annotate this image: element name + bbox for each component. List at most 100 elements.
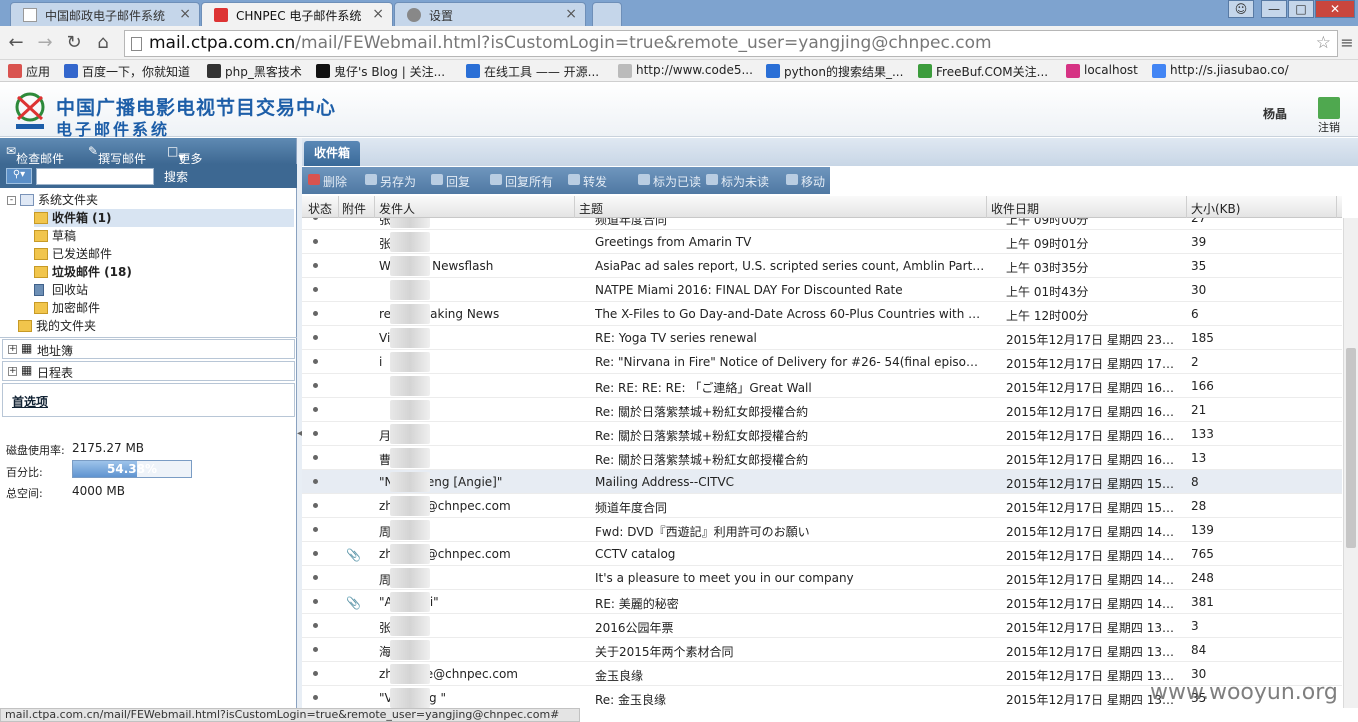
table-row[interactable]: reen Breaking News The X-Files to Go Day-…: [302, 302, 1342, 326]
scrollbar-thumb[interactable]: [1346, 348, 1356, 548]
table-row[interactable]: 张 2016公园年票 2015年12月17日 星期四 13时... 3: [302, 614, 1342, 638]
reload-icon[interactable]: ↻: [63, 32, 85, 54]
table-row[interactable]: i Re: "Nirvana in Fire" Notice of Deliver…: [302, 350, 1342, 374]
column-header-attachment[interactable]: 附件: [342, 200, 366, 217]
favicon-icon: [214, 8, 228, 22]
redaction-blur: [390, 400, 430, 420]
bookmark-item[interactable]: 鬼仔's Blog | 关注...: [316, 63, 445, 80]
expand-icon[interactable]: +: [8, 367, 17, 376]
calendar-panel[interactable]: + ▦ 日程表: [2, 361, 295, 381]
table-row[interactable]: 月 Re: 關於日落紫禁城+粉紅女郎授權合約 2015年12月17日 星期四 16时…: [302, 422, 1342, 446]
browser-tab-settings[interactable]: 设置 ×: [394, 2, 586, 26]
bookmark-item[interactable]: 百度一下，你就知道: [64, 63, 190, 80]
compose-button[interactable]: ✎ 撰写邮件: [88, 144, 146, 166]
folder-system[interactable]: 系统文件夹: [20, 191, 98, 209]
table-row[interactable]: 张频道年度合同 上午 09时00分 27: [302, 218, 1342, 230]
bookmark-item[interactable]: python的搜索结果_...: [766, 63, 903, 80]
tab-inbox[interactable]: 收件箱: [304, 141, 360, 166]
search-scope-icon[interactable]: ⚲▾: [6, 168, 32, 184]
close-icon[interactable]: ×: [565, 6, 577, 22]
more-button[interactable]: □ 更多 ▾: [167, 144, 202, 166]
reply-button[interactable]: 回复: [431, 173, 470, 190]
action-label: 回复: [446, 175, 471, 189]
address-book-panel[interactable]: + ▦ 地址簿: [2, 339, 295, 359]
search-button[interactable]: 搜索: [164, 168, 188, 185]
table-row[interactable]: 周 Fwd: DVD『西遊記』利用許可のお願い 2015年12月17日 星期四 14…: [302, 518, 1342, 542]
table-row[interactable]: Re: RE: RE: RE: 「ご連絡」Great Wall 2015年12月1…: [302, 374, 1342, 398]
column-divider[interactable]: [1186, 196, 1187, 218]
table-row[interactable]: NATPE Miami 2016: FINAL DAY For Discount…: [302, 278, 1342, 302]
bookmark-item[interactable]: FreeBuf.COM关注...: [918, 63, 1048, 80]
move-button[interactable]: 移动: [786, 173, 825, 190]
table-row[interactable]: 周 It's a pleasure to meet you in our comp…: [302, 566, 1342, 590]
redaction-blur: [390, 280, 430, 300]
browser-tab-postal-mail[interactable]: 中国邮政电子邮件系统 ×: [10, 2, 200, 26]
column-divider[interactable]: [986, 196, 987, 218]
bookmark-item[interactable]: http://www.code5...: [618, 63, 753, 78]
folder-drafts[interactable]: 草稿: [34, 227, 76, 245]
maximize-button[interactable]: □: [1288, 0, 1314, 18]
reply-all-button[interactable]: 回复所有: [490, 173, 553, 190]
mark-read-button[interactable]: 标为已读: [638, 173, 701, 190]
table-row[interactable]: W creen Newsflash AsiaPac ad sales report…: [302, 254, 1342, 278]
column-divider[interactable]: [1336, 196, 1337, 218]
folder-my-folders[interactable]: 我的文件夹: [18, 317, 96, 335]
new-tab-button[interactable]: [592, 2, 622, 26]
table-row[interactable]: 张 Greetings from Amarin TV 上午 09时01分 39: [302, 230, 1342, 254]
table-row[interactable]: "N w Cheng [Angie]" Mailing Address--CITV…: [302, 470, 1342, 494]
logout-button[interactable]: 注销: [1312, 97, 1346, 137]
table-row[interactable]: 📎 zh oxue@chnpec.com CCTV catalog 2015年12月1…: [302, 542, 1342, 566]
browser-tab-chnpec-mail[interactable]: CHNPEC 电子邮件系统 ×: [201, 2, 393, 26]
size-cell: 381: [1191, 595, 1214, 609]
column-divider[interactable]: [374, 196, 375, 218]
close-icon[interactable]: ×: [372, 6, 384, 22]
table-row[interactable]: 📎"A ang Yi"RE: 美麗的秘密2015年12月17日 星期四 14时.…: [302, 590, 1342, 614]
folder-trash[interactable]: 回收站: [34, 281, 88, 299]
vertical-scrollbar[interactable]: [1343, 218, 1358, 708]
bookmark-item[interactable]: 在线工具 —— 开源...: [466, 63, 599, 80]
window-close-button[interactable]: ✕: [1315, 0, 1355, 18]
check-mail-button[interactable]: ✉ 检查邮件: [6, 144, 64, 166]
table-row[interactable]: Re: 關於日落紫禁城+粉紅女郎授權合約 2015年12月17日 星期四 16时.…: [302, 398, 1342, 422]
folder-sent[interactable]: 已发送邮件: [34, 245, 112, 263]
delete-button[interactable]: 删除: [308, 173, 347, 190]
table-row[interactable]: 海关于2015年两个素材合同 2015年12月17日 星期四 13时... 84: [302, 638, 1342, 662]
column-header-date[interactable]: 收件日期: [991, 200, 1039, 217]
subject-cell: Re: 關於日落紫禁城+粉紅女郎授權合約: [595, 453, 809, 467]
column-divider[interactable]: [574, 196, 575, 218]
star-icon[interactable]: ☆: [1316, 31, 1331, 56]
preferences-link[interactable]: 首选项: [12, 393, 48, 410]
user-icon[interactable]: ☺: [1228, 0, 1254, 18]
bookmark-item[interactable]: 应用: [8, 63, 50, 80]
expand-icon[interactable]: +: [8, 345, 17, 354]
mark-unread-button[interactable]: 标为未读: [706, 173, 769, 190]
folder-inbox[interactable]: 收件箱 (1): [34, 209, 294, 227]
forward-button[interactable]: 转发: [568, 173, 607, 190]
bookmark-item[interactable]: http://s.jiasubao.co/: [1152, 63, 1289, 78]
column-header-status[interactable]: 状态: [308, 200, 332, 217]
column-divider[interactable]: [338, 196, 339, 218]
bookmark-item[interactable]: localhost: [1066, 63, 1138, 78]
collapse-icon[interactable]: -: [7, 196, 16, 205]
table-row[interactable]: 曹 Re: 關於日落紫禁城+粉紅女郎授權合約 2015年12月17日 星期四 16时…: [302, 446, 1342, 470]
search-input[interactable]: [36, 168, 154, 185]
menu-icon[interactable]: ≡: [1336, 32, 1358, 54]
back-icon[interactable]: ←: [5, 32, 27, 54]
save-as-button[interactable]: 另存为: [365, 173, 416, 190]
forward-icon[interactable]: →: [34, 32, 56, 54]
date-cell: 2015年12月17日 星期四 17时...: [1006, 357, 1184, 371]
folder-encrypted[interactable]: 加密邮件: [34, 299, 100, 317]
home-icon[interactable]: ⌂: [92, 32, 114, 54]
column-header-subject[interactable]: 主题: [579, 200, 603, 217]
close-icon[interactable]: ×: [179, 6, 191, 22]
bookmark-item[interactable]: php_黑客技术: [207, 63, 302, 80]
table-row[interactable]: zh oxue@chnpec.com 频道年度合同 2015年12月17日 星期四 …: [302, 494, 1342, 518]
minimize-button[interactable]: —: [1261, 0, 1287, 18]
column-header-sender[interactable]: 发件人: [379, 200, 415, 217]
bookmark-icon: [466, 64, 480, 78]
column-header-size[interactable]: 大小(KB): [1191, 200, 1240, 217]
address-bar[interactable]: mail.ctpa.com.cn/mail/FEWebmail.html?isC…: [124, 30, 1338, 57]
table-row[interactable]: VillaRE: Yoga TV series renewal2015年12月1…: [302, 326, 1342, 350]
folder-junk[interactable]: 垃圾邮件 (18): [34, 263, 132, 281]
bookmark-label: 应用: [26, 65, 51, 79]
